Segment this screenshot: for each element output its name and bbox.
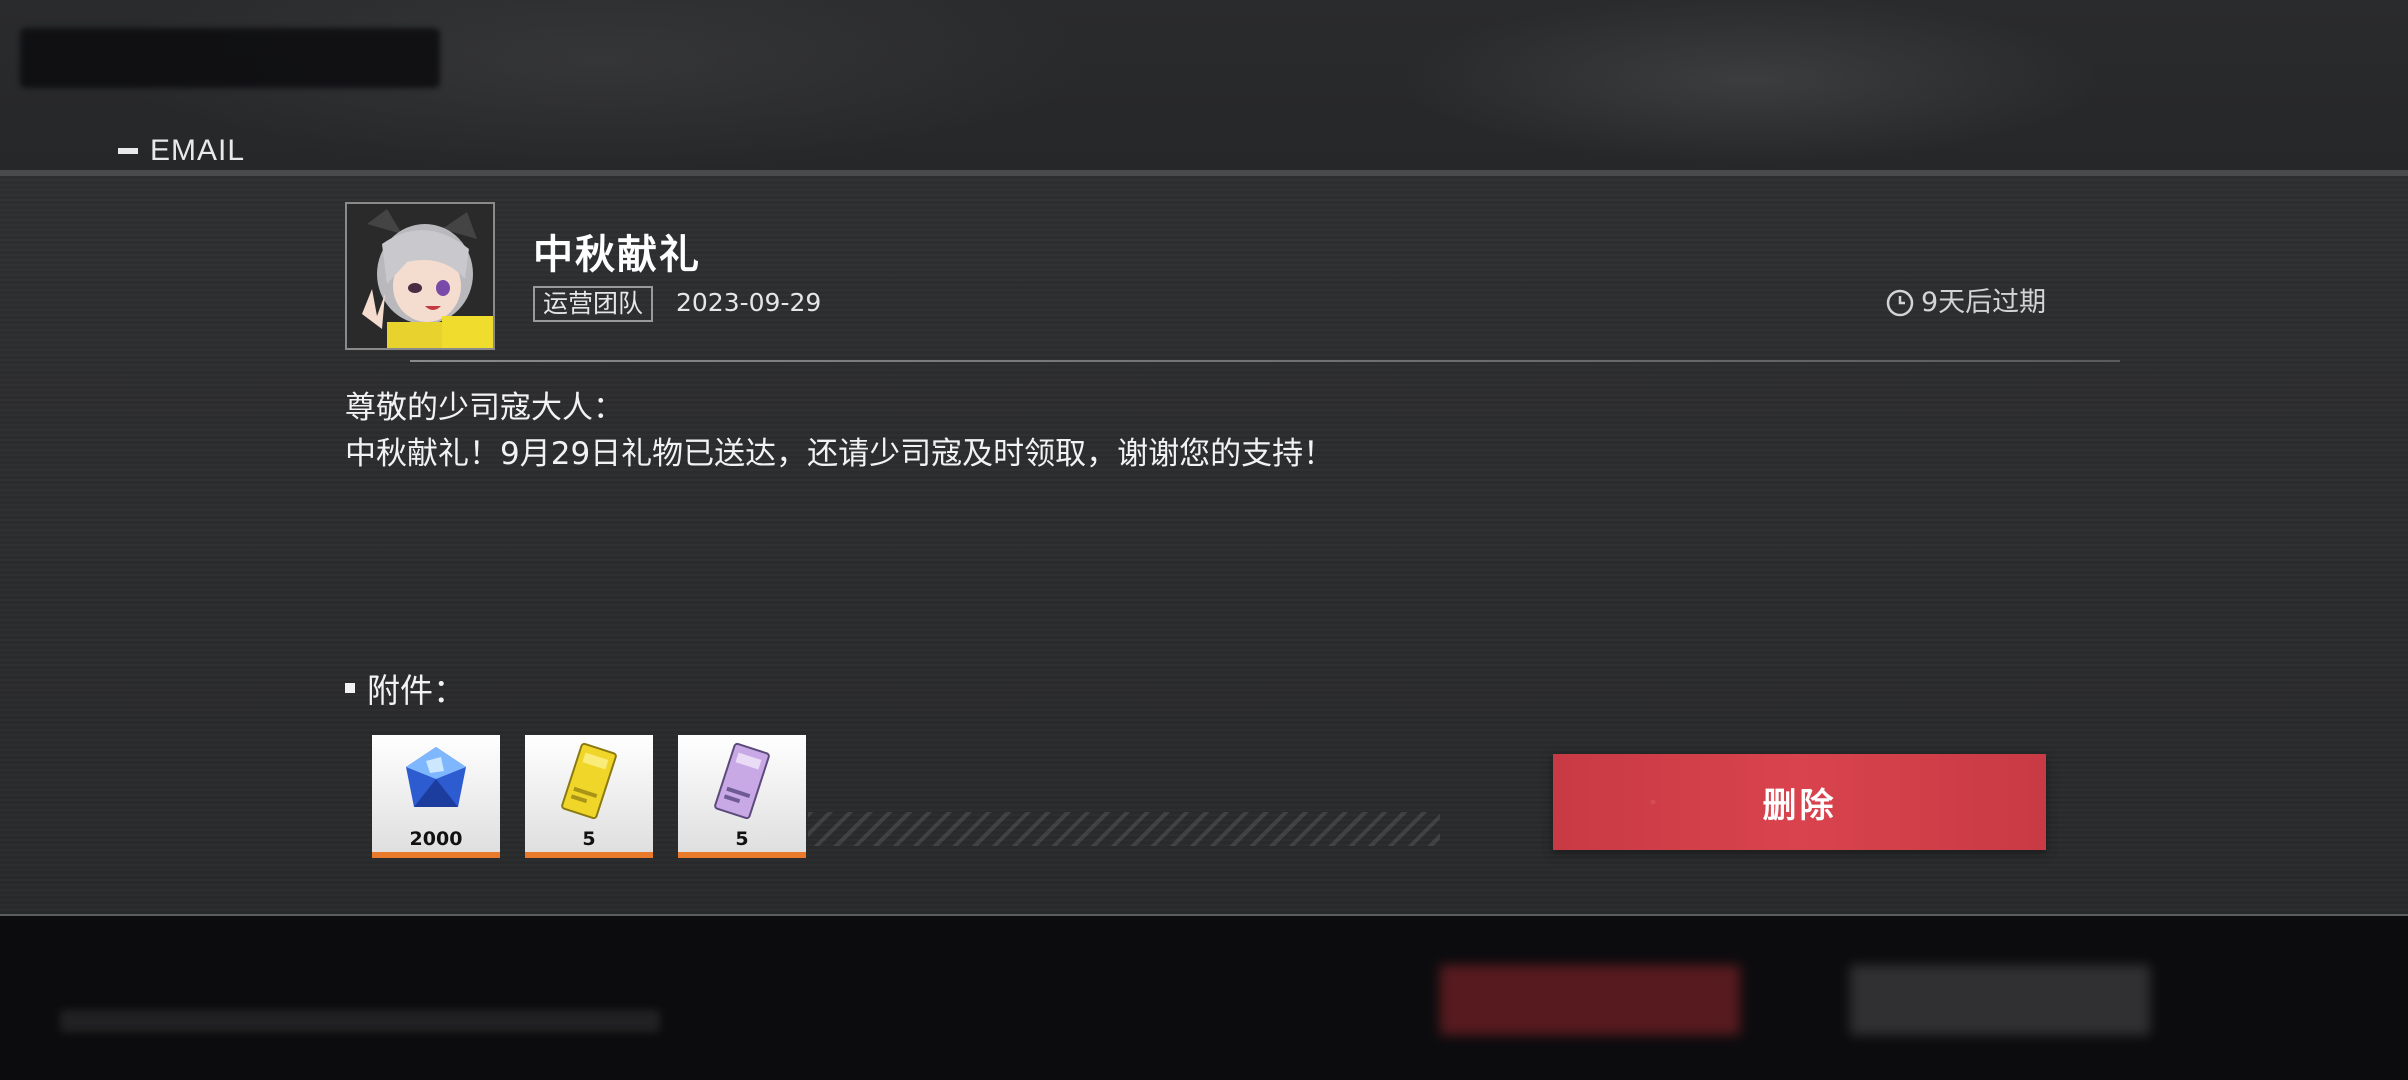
item-count: 5 [582, 828, 596, 850]
expiry-text: 9天后过期 [1921, 287, 2047, 318]
sender-avatar [345, 202, 495, 350]
attachment-item[interactable]: 5 [678, 735, 806, 858]
mail-title: 中秋献礼 [533, 232, 701, 278]
expiry-info: 9天后过期 [1885, 286, 2046, 320]
attachment-item[interactable]: 5 [525, 735, 653, 858]
attachment-item[interactable]: 2000 [372, 735, 500, 858]
attachments-label-text: 附件： [367, 671, 466, 710]
delete-button[interactable]: 删除 [1553, 754, 2046, 850]
header-divider [410, 360, 2120, 362]
email-screen: EMAIL 中秋献礼 运营团队 2023-09-29 9天后过期 尊敬的少司寇大… [0, 0, 2408, 1080]
blurred-top-bar [20, 28, 440, 88]
blurred-bottom-text [60, 1010, 660, 1032]
header-dash-icon [118, 148, 138, 154]
avatar-portrait-icon [347, 204, 493, 348]
email-header: EMAIL [118, 134, 245, 168]
mail-date: 2023-09-29 [676, 288, 822, 317]
clock-icon [1886, 289, 1914, 317]
sender-tag: 运营团队 [533, 286, 654, 322]
item-count: 2000 [409, 828, 463, 850]
decorative-hatch [808, 812, 1440, 846]
blurred-grey-button [1850, 965, 2150, 1035]
purple-ticket-icon [714, 742, 770, 820]
attachments-label: 附件： [345, 664, 466, 712]
yellow-ticket-icon [561, 742, 617, 820]
header-label: EMAIL [150, 134, 246, 167]
bullet-square-icon [345, 683, 355, 693]
item-count: 5 [735, 828, 749, 850]
crystal-icon [406, 747, 466, 807]
mail-greeting: 尊敬的少司寇大人： [345, 390, 624, 426]
mail-content: 中秋献礼！9月29日礼物已送达，还请少司寇及时领取，谢谢您的支持！ [345, 436, 1335, 472]
blurred-red-button [1440, 965, 1740, 1035]
